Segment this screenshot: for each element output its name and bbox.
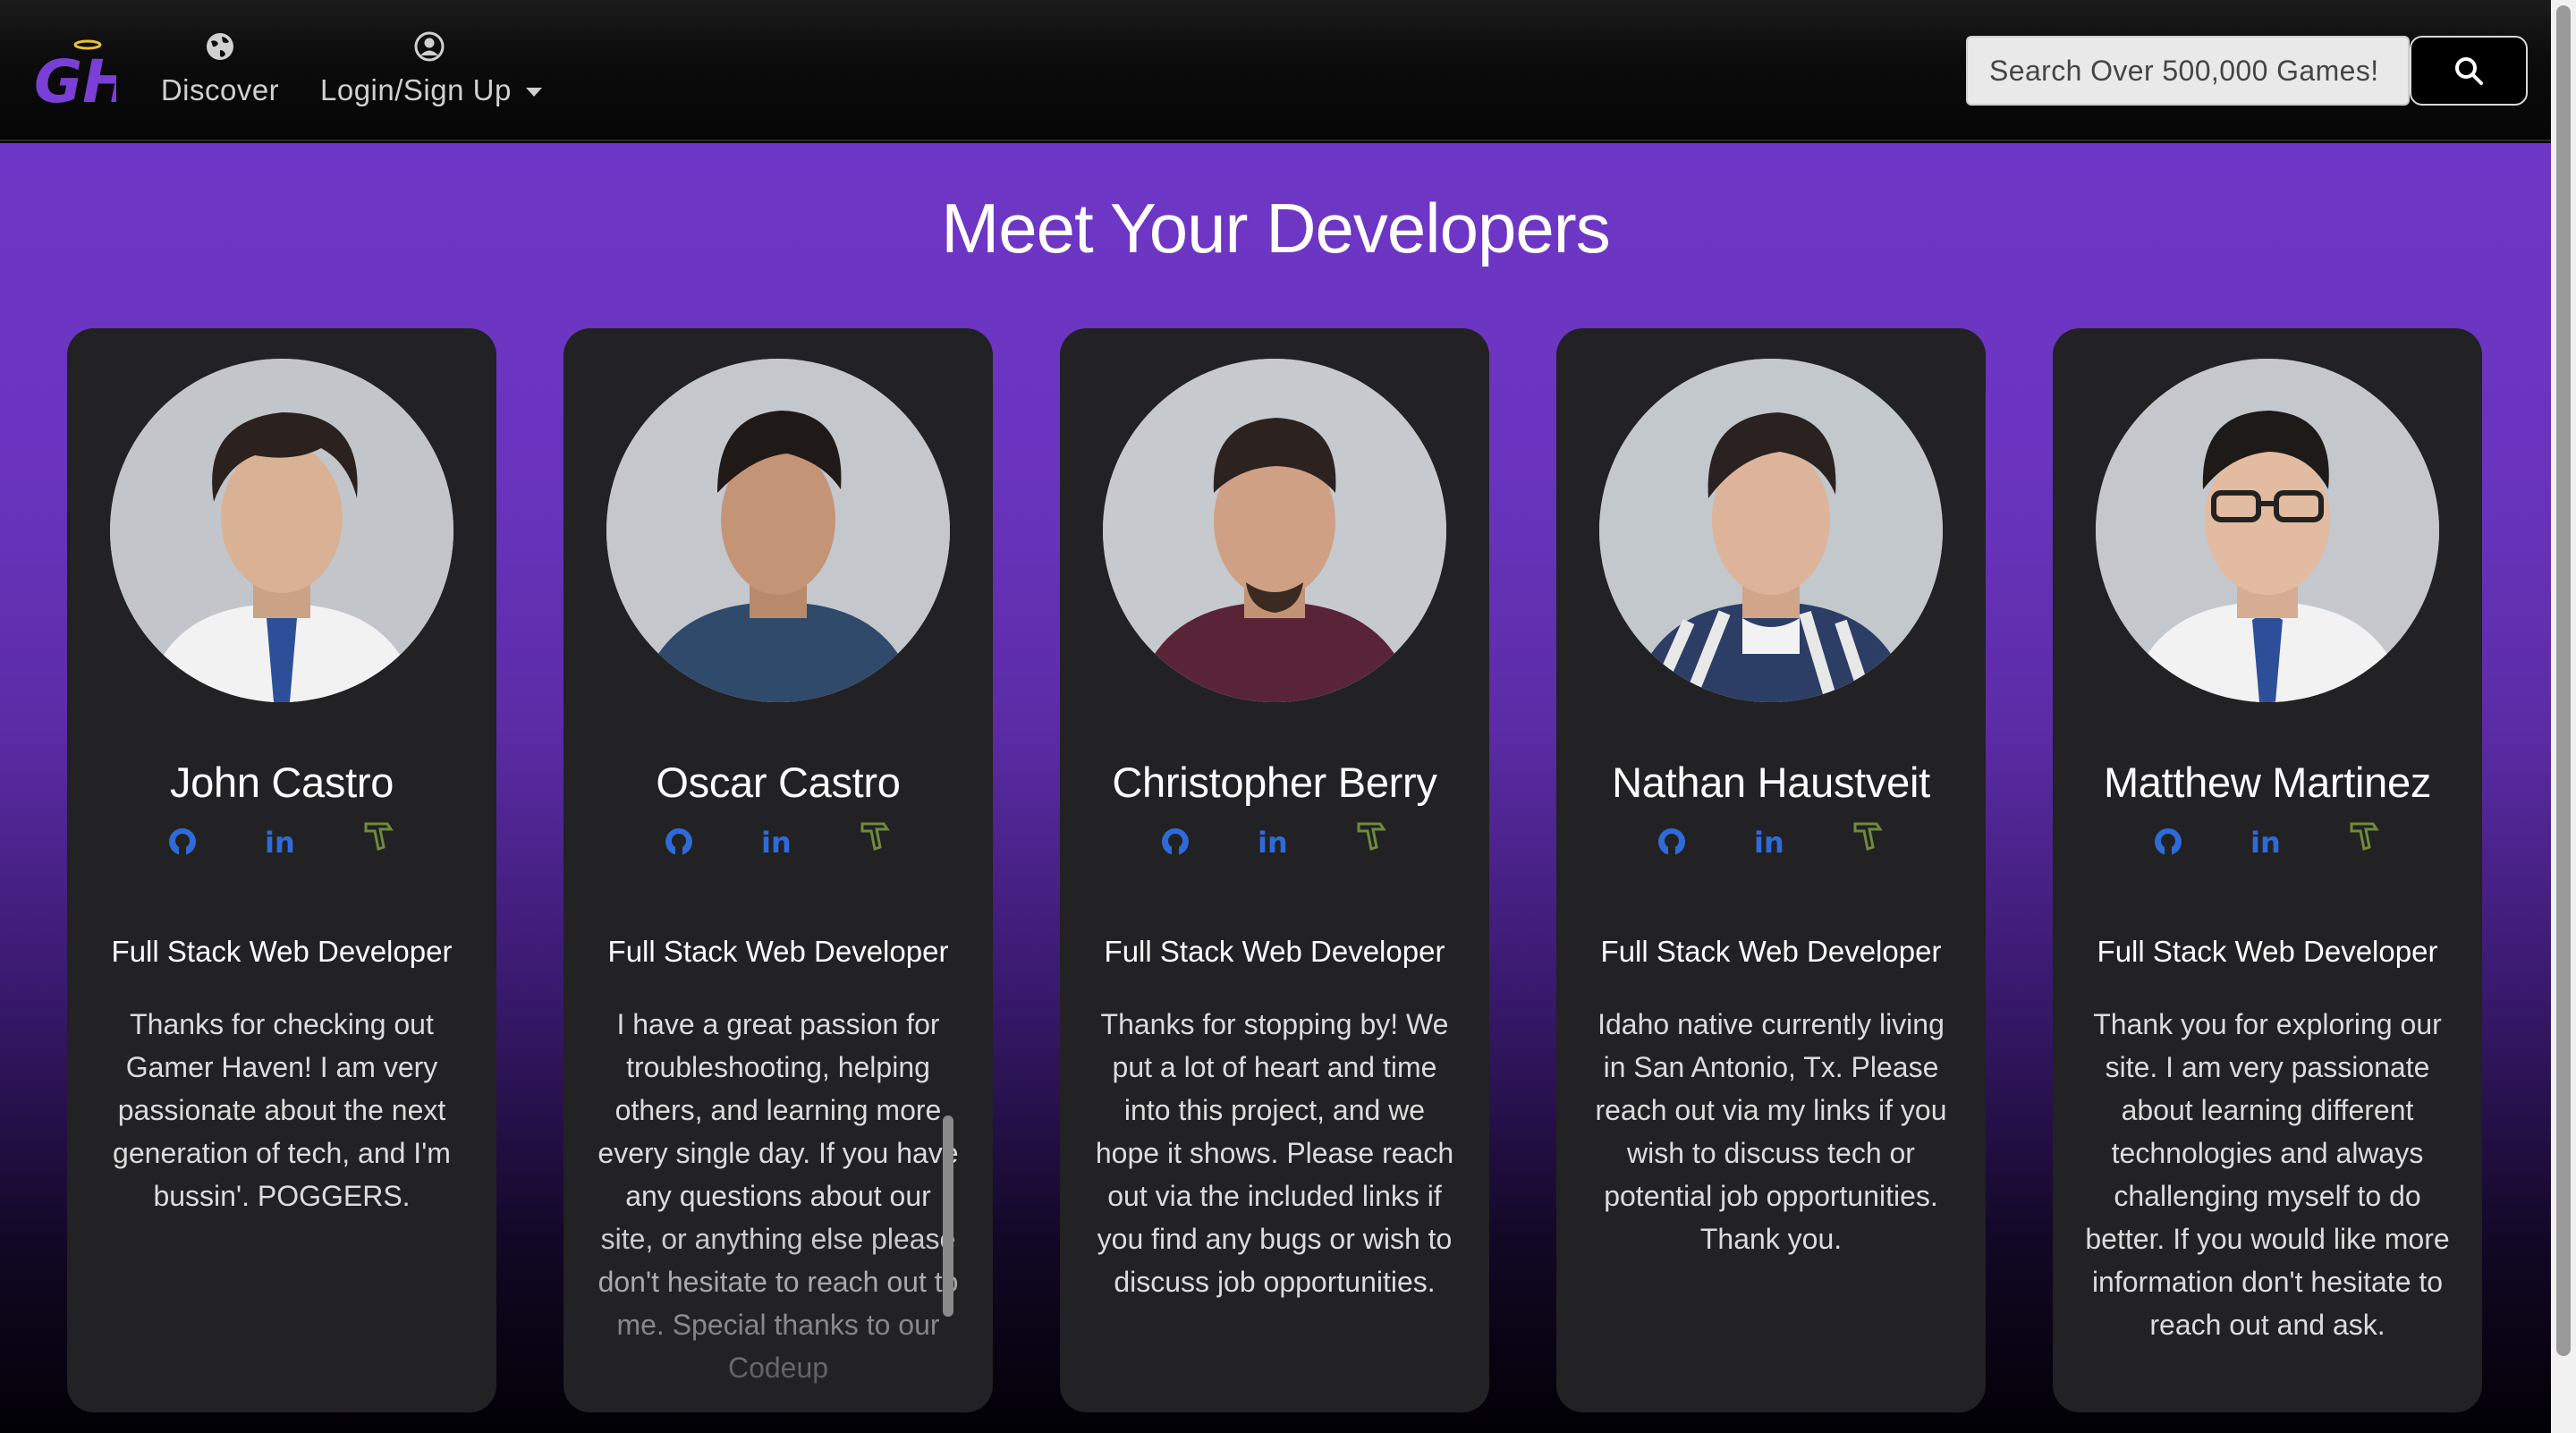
- portfolio-icon[interactable]: [1850, 818, 1885, 854]
- developer-role: Full Stack Web Developer: [607, 935, 949, 968]
- developer-card: Nathan Haustveit in Full Stack Web Devel…: [1556, 328, 1986, 1412]
- social-links: in: [1556, 818, 1986, 863]
- nav-discover-label: Discover: [160, 73, 280, 106]
- linkedin-icon[interactable]: in: [262, 824, 298, 860]
- page-title: Meet Your Developers: [941, 189, 1610, 267]
- developer-name: Matthew Martinez: [2103, 759, 2432, 806]
- developer-bio: Idaho native currently living in San Ant…: [1595, 1008, 1947, 1255]
- portfolio-icon[interactable]: [2346, 818, 2382, 854]
- developer-bio: Thank you for exploring our site. I am v…: [2085, 1008, 2450, 1341]
- linkedin-icon[interactable]: in: [1255, 824, 1291, 860]
- portfolio-icon[interactable]: [360, 818, 396, 854]
- developer-bio: Thanks for checking out Gamer Haven! I a…: [113, 1008, 451, 1212]
- developer-avatar: [2096, 359, 2439, 702]
- developer-avatar: [1599, 359, 1943, 702]
- developer-role: Full Stack Web Developer: [2097, 935, 2438, 968]
- developer-name: Nathan Haustveit: [1612, 759, 1930, 806]
- developer-avatar: [1103, 359, 1446, 702]
- search-input[interactable]: [1966, 36, 2410, 106]
- developer-role: Full Stack Web Developer: [1104, 935, 1445, 968]
- nav-login-label: Login/Sign Up: [320, 73, 512, 106]
- svg-text:in: in: [265, 826, 295, 860]
- developer-role: Full Stack Web Developer: [111, 935, 453, 968]
- github-icon[interactable]: [165, 824, 200, 860]
- svg-text:GH: GH: [34, 47, 116, 111]
- developer-avatar: [110, 359, 453, 702]
- developer-card: Oscar Castro in Full Stack Web Developer…: [564, 328, 993, 1412]
- developer-card: John Castro in Full Stack Web Developer …: [67, 328, 496, 1412]
- developer-card: Christopher Berry in Full Stack Web Deve…: [1060, 328, 1489, 1412]
- github-icon[interactable]: [2150, 824, 2186, 860]
- developer-name: John Castro: [169, 759, 394, 806]
- developers-section: Meet Your Developers John Castro in Full…: [0, 143, 2551, 1433]
- github-icon[interactable]: [1654, 824, 1690, 860]
- bio-scrollbar[interactable]: [943, 1115, 953, 1317]
- linkedin-icon[interactable]: in: [2248, 824, 2284, 860]
- github-icon[interactable]: [1157, 824, 1193, 860]
- social-links: in: [2053, 818, 2482, 863]
- caret-down-icon: [525, 88, 542, 98]
- developer-avatar: [606, 359, 950, 702]
- developer-card: Matthew Martinez in Full Stack Web Devel…: [2053, 328, 2482, 1412]
- github-icon[interactable]: [661, 824, 697, 860]
- svg-text:in: in: [1258, 826, 1288, 860]
- linkedin-icon[interactable]: in: [1751, 824, 1787, 860]
- developer-name: Christopher Berry: [1112, 759, 1437, 806]
- nav-login-dropdown[interactable]: Login/Sign Up: [320, 29, 546, 107]
- developer-bio: Thanks for stopping by! We put a lot of …: [1095, 1008, 1454, 1298]
- nav-discover-link[interactable]: Discover: [157, 29, 283, 107]
- gamer-haven-logo[interactable]: GH: [30, 32, 131, 116]
- svg-text:in: in: [1754, 826, 1784, 860]
- page-scrollbar-thumb[interactable]: [2556, 5, 2571, 1356]
- social-links: in: [1060, 818, 1489, 863]
- navbar: GH Discover Login/Sign Up: [0, 0, 2551, 141]
- user-circle-icon: [414, 31, 445, 62]
- search-icon: [2455, 57, 2483, 85]
- social-links: in: [564, 818, 993, 863]
- svg-text:in: in: [761, 826, 792, 860]
- svg-text:in: in: [2250, 826, 2281, 860]
- social-links: in: [67, 818, 496, 863]
- developer-name: Oscar Castro: [656, 759, 901, 806]
- portfolio-icon[interactable]: [1353, 818, 1389, 854]
- developer-role: Full Stack Web Developer: [1600, 935, 1942, 968]
- search-button[interactable]: [2410, 36, 2528, 106]
- developer-bio[interactable]: I have a great passion for troubleshooti…: [596, 1003, 961, 1396]
- globe-icon: [207, 33, 233, 60]
- linkedin-icon[interactable]: in: [758, 824, 794, 860]
- portfolio-icon[interactable]: [857, 818, 893, 854]
